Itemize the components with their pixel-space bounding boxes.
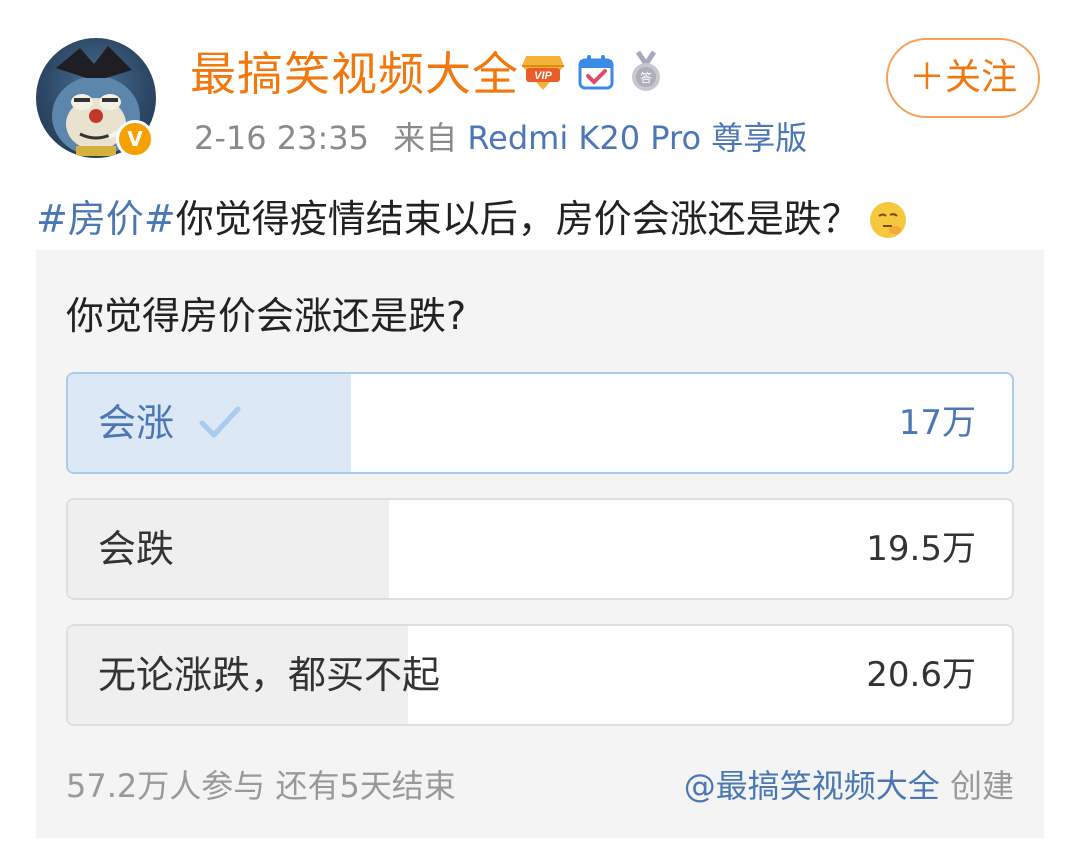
poll-option-label: 无论涨跌，都买不起 bbox=[98, 653, 441, 697]
poll-participants: 57.2万人参与 bbox=[66, 767, 266, 805]
hashtag-link[interactable]: #房价# bbox=[36, 197, 176, 241]
username[interactable]: 最搞笑视频大全 bbox=[190, 46, 519, 102]
post-meta: 2-16 23:35 来自 Redmi K20 Pro 尊享版 bbox=[194, 116, 807, 160]
vip-diamond-icon[interactable]: VIP bbox=[520, 52, 566, 96]
poll-option-label: 会跌 bbox=[98, 527, 175, 571]
post-text: #房价#你觉得疫情结束以后，房价会涨还是跌？ bbox=[36, 192, 906, 246]
thinking-face-icon bbox=[869, 202, 906, 238]
poll-question: 你觉得房价会涨还是跌? bbox=[66, 294, 467, 338]
poll-footer: 57.2万人参与 还有5天结束 @最搞笑视频大全 创建 bbox=[66, 762, 1014, 810]
medal-icon[interactable]: 答 bbox=[626, 50, 666, 98]
source-label: 来自 bbox=[393, 119, 458, 157]
poll-creator-link[interactable]: @最搞笑视频大全 bbox=[684, 767, 940, 805]
checkin-calendar-icon[interactable] bbox=[576, 52, 616, 96]
source-device[interactable]: Redmi K20 Pro 尊享版 bbox=[467, 119, 807, 157]
poll-option-1[interactable]: 会涨 17万 bbox=[66, 372, 1014, 474]
follow-button[interactable]: ＋关注 bbox=[886, 38, 1040, 118]
user-badges: VIP 答 bbox=[520, 50, 666, 98]
svg-text:答: 答 bbox=[640, 70, 652, 85]
svg-text:VIP: VIP bbox=[534, 70, 552, 82]
poll-option-count: 17万 bbox=[898, 403, 976, 443]
poll-option-3[interactable]: 无论涨跌，都买不起 20.6万 bbox=[66, 624, 1014, 726]
poll-created-label: 创建 bbox=[949, 767, 1014, 805]
poll-option-count: 20.6万 bbox=[866, 655, 976, 695]
poll-option-2[interactable]: 会跌 19.5万 bbox=[66, 498, 1014, 600]
poll-option-label: 会涨 bbox=[98, 401, 175, 445]
post-body: 你觉得疫情结束以后，房价会涨还是跌？ bbox=[175, 197, 860, 241]
poll-option-count: 19.5万 bbox=[866, 529, 976, 569]
post-time: 2-16 23:35 bbox=[194, 119, 370, 157]
poll-card: 你觉得房价会涨还是跌? 会涨 17万 会跌 19.5万 无论涨跌，都买不起 20… bbox=[36, 250, 1044, 838]
check-icon bbox=[198, 377, 242, 473]
verified-badge: V bbox=[116, 120, 154, 158]
poll-remaining: 还有5天结束 bbox=[275, 767, 456, 805]
avatar[interactable]: V bbox=[36, 38, 156, 158]
